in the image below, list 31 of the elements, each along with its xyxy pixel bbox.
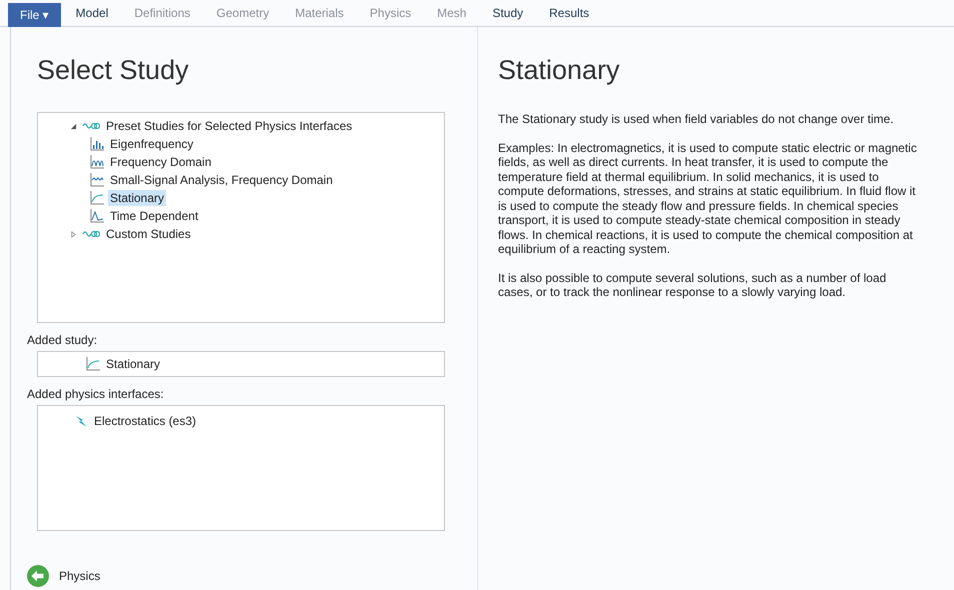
back-link[interactable]: Physics bbox=[59, 569, 100, 583]
section-label: Added physics interfaces: bbox=[27, 387, 165, 401]
file-menu-button[interactable]: File ▾ bbox=[8, 3, 61, 27]
study-type-icon bbox=[90, 209, 104, 223]
study-type-item[interactable]: Stationary bbox=[108, 190, 166, 206]
tree-group-label[interactable]: Preset Studies for Selected Physics Interfaces bbox=[104, 118, 354, 134]
description-paragraph: It is also possible to compute several solutions, such as a number of load cases, or to track the nonlinear response to a slowly varying load. bbox=[498, 270, 888, 300]
physics-interface-item: Electrostatics (es3) bbox=[93, 413, 198, 429]
description-paragraph: The Stationary study is used when field variables do not change over time. bbox=[498, 112, 895, 126]
study-type-icon bbox=[90, 137, 104, 151]
ribbon-tab[interactable]: Model bbox=[64, 2, 120, 26]
study-group-icon bbox=[82, 229, 100, 239]
study-type-icon bbox=[90, 155, 104, 169]
ribbon-tab[interactable]: Study bbox=[481, 2, 534, 26]
study-type-item[interactable]: Time Dependent bbox=[108, 208, 200, 224]
study-type-icon bbox=[90, 173, 104, 187]
study-title: Stationary bbox=[498, 55, 621, 86]
lightning-icon bbox=[74, 414, 88, 428]
ribbon-tab[interactable]: Results bbox=[538, 2, 600, 26]
study-group-icon bbox=[82, 121, 100, 131]
study-type-icon bbox=[86, 357, 100, 371]
expand-arrow-icon[interactable] bbox=[70, 122, 77, 130]
study-type-item[interactable]: Eigenfrequency bbox=[108, 136, 196, 152]
study-type-icon bbox=[90, 191, 104, 205]
study-type-item[interactable]: Small-Signal Analysis, Frequency Domain bbox=[108, 172, 335, 188]
added-study-item: Stationary bbox=[105, 356, 162, 372]
panel-title: Select Study bbox=[37, 55, 190, 86]
description-paragraph: Examples: In electromagnetics, it is used to compute static electric or magnetic fields, as well as direct currents. In heat transfer, it is used to compute the temperature field at thermal equilibrium. In solid mechanics, it is used to compute deformations, stresses, and strains at static equilibrium. In fluid flow it is used to compute the steady flow and pressure fields. In chemical species transport, it is used to compute steady-state chemical composition in steady flows. In chemical reactions, it is used to compute the chemical composition at equilibrium of a reacting system. bbox=[498, 140, 918, 256]
study-type-item[interactable]: Frequency Domain bbox=[108, 154, 214, 170]
tree-group-label[interactable]: Custom Studies bbox=[104, 226, 193, 242]
section-label: Added study: bbox=[27, 333, 98, 347]
